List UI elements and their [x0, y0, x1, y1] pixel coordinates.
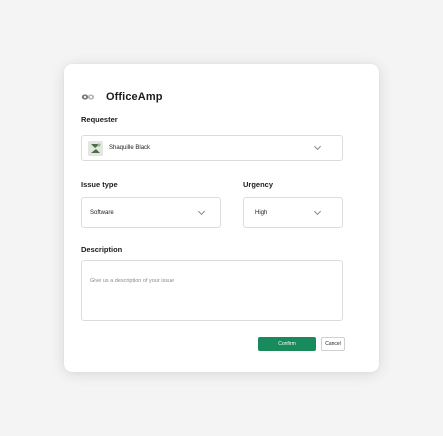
requester-value: Shaquille Black	[109, 145, 151, 151]
urgency-value: High	[255, 209, 268, 216]
officeamp-logo-icon	[81, 92, 95, 102]
description-placeholder: Give us a description of your issue	[90, 278, 175, 284]
user-avatar	[88, 140, 103, 156]
chevron-down-icon	[313, 142, 322, 151]
issue-type-label: Issue type	[81, 180, 118, 189]
app-title: OfficeAmp	[106, 91, 163, 103]
description-textarea[interactable]: Give us a description of your issue	[81, 260, 343, 321]
issue-type-select[interactable]: Software	[81, 197, 221, 228]
requester-label: Requester	[81, 115, 118, 124]
chevron-down-icon	[313, 207, 322, 215]
issue-type-value: Software	[90, 209, 114, 216]
description-label: Description	[81, 245, 123, 254]
requester-select[interactable]: Shaquille Black	[81, 135, 343, 161]
urgency-select[interactable]: High	[243, 197, 343, 228]
app-header: OfficeAmp	[81, 90, 163, 104]
urgency-label: Urgency	[243, 180, 274, 189]
request-form-card: OfficeAmp Requester Shaquille Black Issu…	[64, 64, 379, 372]
chevron-down-icon	[197, 207, 206, 215]
cancel-button[interactable]: Cancel	[321, 337, 345, 351]
confirm-button[interactable]: Confirm	[258, 337, 316, 351]
